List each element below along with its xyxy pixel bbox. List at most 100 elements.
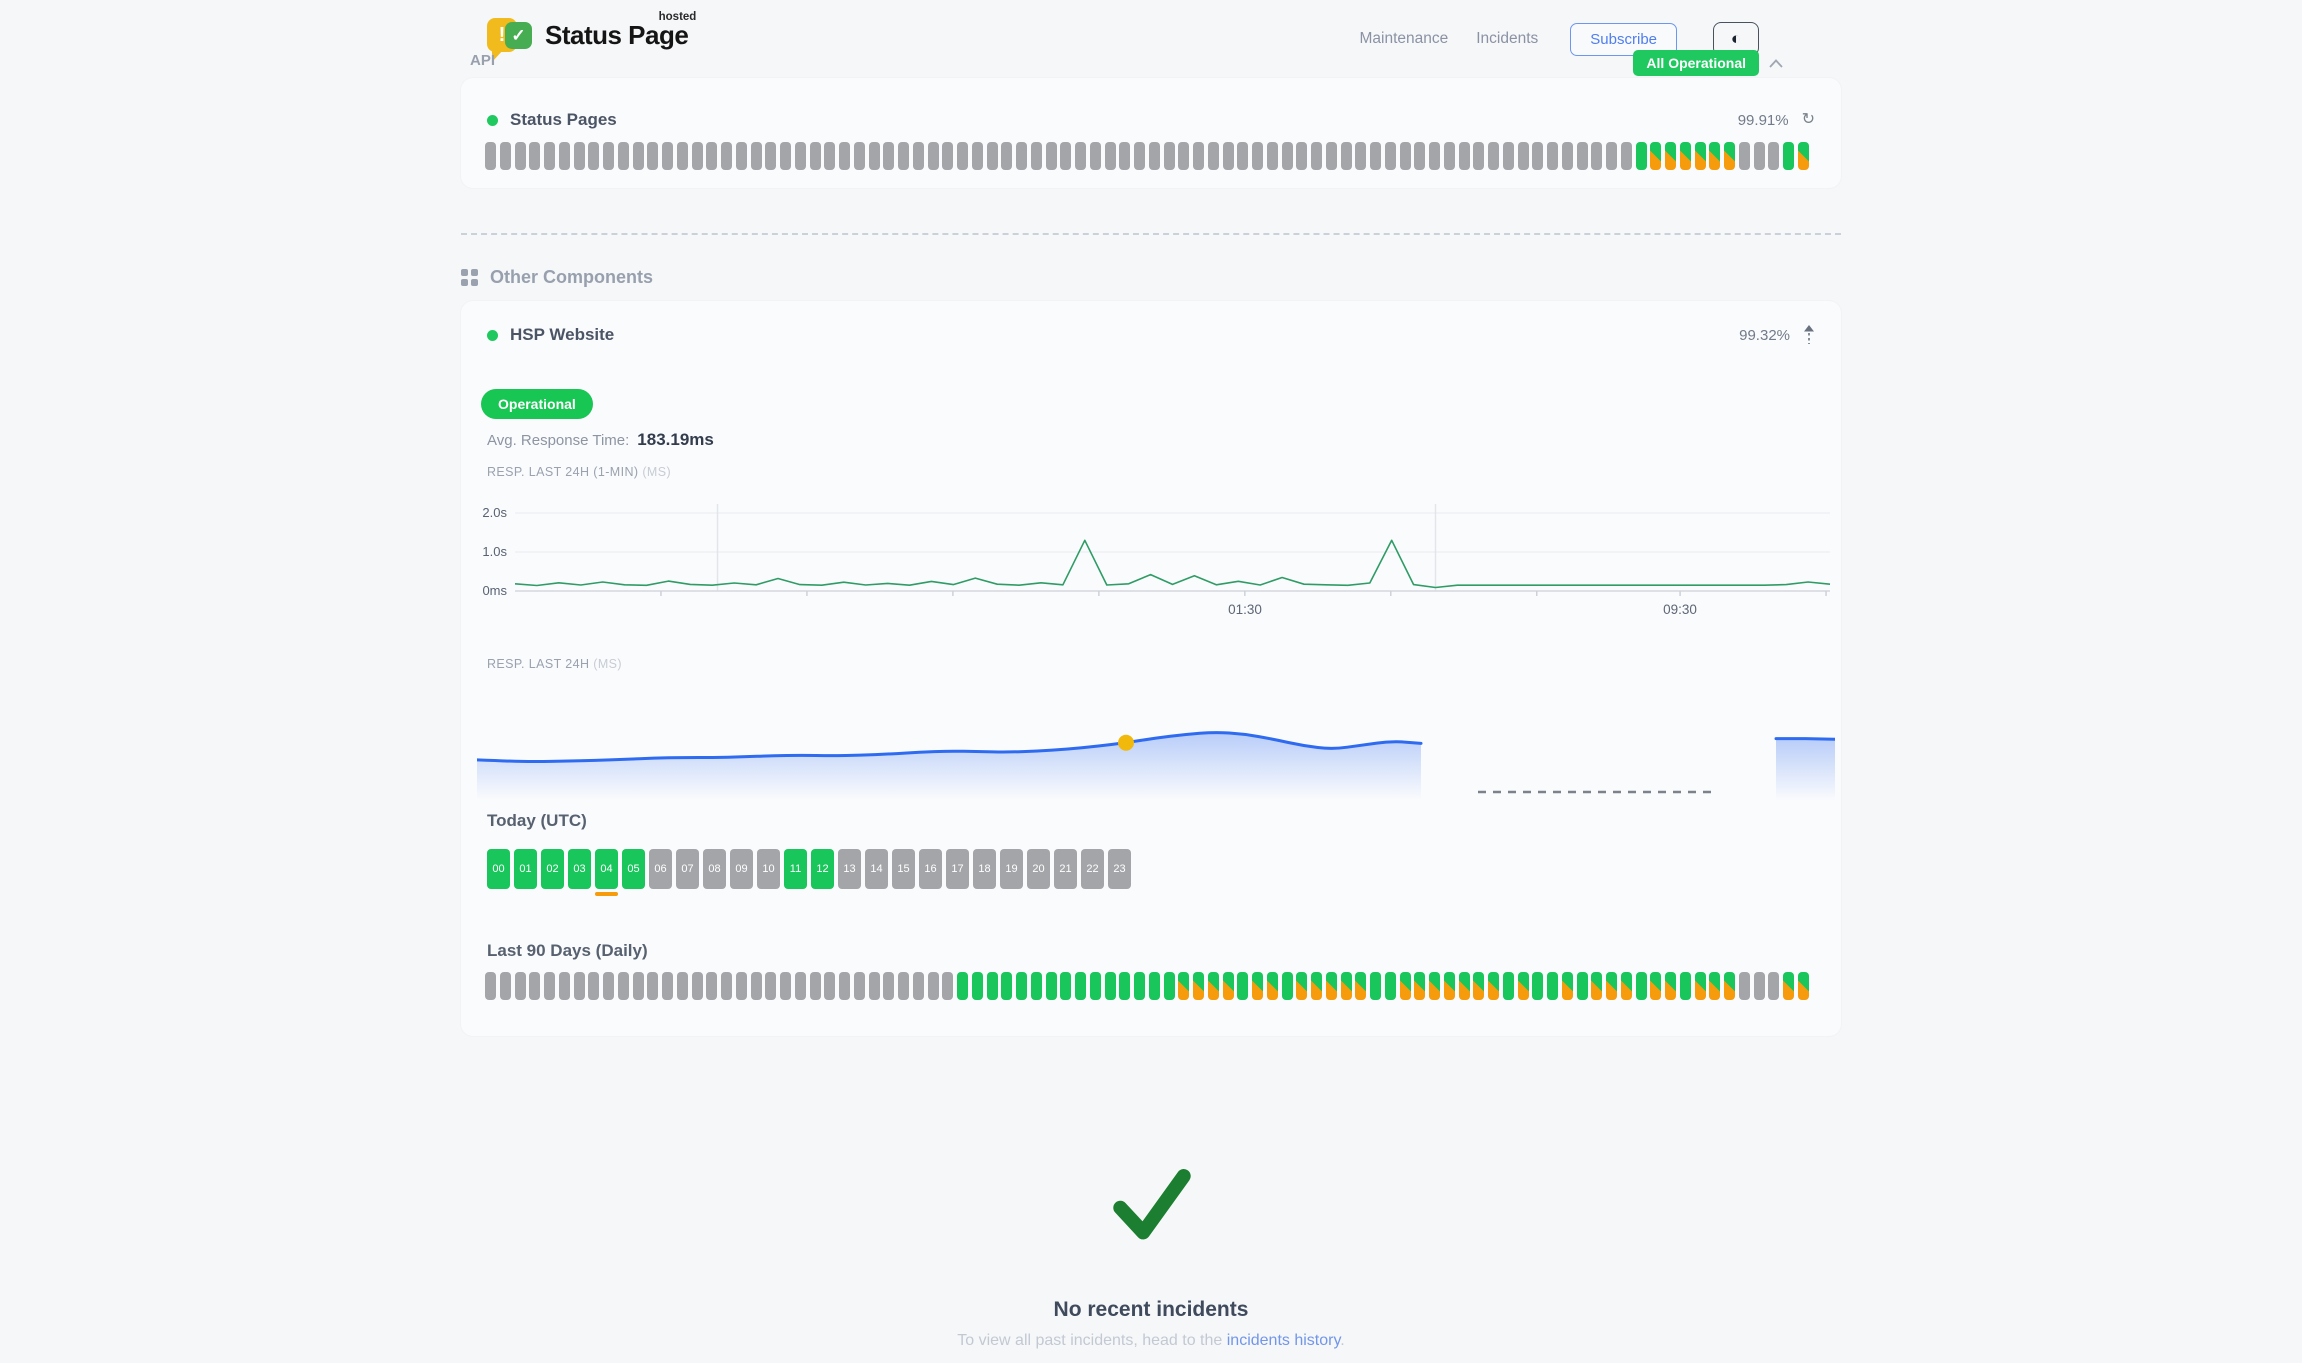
uptime-bar	[1311, 972, 1322, 1000]
uptime-bar	[1739, 972, 1750, 1000]
logo-text-wrap: hosted Status Page	[545, 20, 688, 51]
uptime-bar	[1532, 972, 1543, 1000]
uptime-bar	[647, 142, 658, 170]
avg-response-row: Avg. Response Time: 183.19ms	[487, 430, 714, 450]
uptime-bar	[1414, 142, 1425, 170]
uptime-bar	[574, 142, 585, 170]
uptime-bar	[1031, 972, 1042, 1000]
uptime-bar	[1665, 972, 1676, 1000]
uptime-bar	[485, 142, 496, 170]
uptime-bar	[1429, 972, 1440, 1000]
uptime-bar	[1075, 142, 1086, 170]
refresh-icon[interactable]: ↻	[1802, 112, 1815, 128]
uptime-bar	[633, 972, 644, 1000]
uptime-bar	[1311, 142, 1322, 170]
uptime-bar	[1326, 142, 1337, 170]
chevron-up-icon[interactable]	[1769, 59, 1783, 68]
uptime-bar	[1473, 142, 1484, 170]
uptime-bar	[1695, 972, 1706, 1000]
uptime-bar	[603, 142, 614, 170]
component-card-status-pages: Status Pages 99.91% ↻	[461, 78, 1841, 188]
uptime-bar	[1208, 142, 1219, 170]
status-page: ! ✓ hosted Status Page Maintenance Incid…	[0, 0, 2302, 1363]
x-axis-tick: 09:30	[1620, 602, 1740, 617]
component-row: Status Pages 99.91% ↻	[487, 108, 1815, 132]
uptime-bar	[485, 972, 496, 1000]
overall-status-badge: All Operational	[1633, 50, 1759, 76]
hour-block-18: 18	[973, 849, 996, 889]
uptime-percentage: 99.91%	[1738, 112, 1789, 129]
uptime-bar	[1090, 142, 1101, 170]
components-grid-icon	[461, 269, 478, 286]
uptime-bar	[1016, 142, 1027, 170]
uptime-bar	[1444, 142, 1455, 170]
uptime-bar	[588, 142, 599, 170]
component-left: Status Pages	[487, 110, 617, 130]
uptime-bar	[957, 142, 968, 170]
hour-block-16: 16	[919, 849, 942, 889]
response-time-area-chart	[477, 681, 1835, 821]
uptime-bar	[1267, 972, 1278, 1000]
component-name: Status Pages	[510, 110, 617, 130]
uptime-bar	[544, 972, 555, 1000]
uptime-bar	[1400, 972, 1411, 1000]
uptime-bar	[1650, 972, 1661, 1000]
hour-block-14: 14	[865, 849, 888, 889]
uptime-bar	[1591, 142, 1602, 170]
uptime-bar	[1488, 142, 1499, 170]
uptime-bar	[1606, 972, 1617, 1000]
uptime-bar	[765, 972, 776, 1000]
uptime-bar	[1562, 972, 1573, 1000]
uptime-bar	[706, 142, 717, 170]
uptime-bar	[500, 142, 511, 170]
status-dot-icon	[487, 115, 498, 126]
uptime-bar	[1370, 972, 1381, 1000]
uptime-bar	[559, 972, 570, 1000]
uptime-bar	[529, 972, 540, 1000]
logo-title: Status Page	[545, 20, 688, 50]
uptime-bar	[692, 972, 703, 1000]
component-row[interactable]: HSP Website 99.32%	[487, 323, 1815, 347]
uptime-bar	[1768, 972, 1779, 1000]
chart1-unit: (MS)	[642, 465, 671, 479]
incident-hour-marker	[595, 892, 618, 896]
today-hour-blocks: 0001020304050607080910111213141516171819…	[487, 849, 1131, 889]
x-axis-tick: 01:30	[1185, 602, 1305, 617]
uptime-bar	[588, 972, 599, 1000]
uptime-percentage: 99.32%	[1739, 327, 1790, 344]
hour-block-05: 05	[622, 849, 645, 889]
avg-response-label: Avg. Response Time:	[487, 432, 629, 449]
collapse-arrow-icon[interactable]	[1803, 325, 1815, 345]
uptime-bar	[1695, 142, 1706, 170]
uptime-bar	[957, 972, 968, 1000]
nav-maintenance[interactable]: Maintenance	[1359, 30, 1448, 48]
uptime-bar	[1296, 972, 1307, 1000]
uptime-bar	[972, 972, 983, 1000]
uptime-bar	[1252, 972, 1263, 1000]
uptime-bar	[898, 142, 909, 170]
uptime-bar	[647, 972, 658, 1000]
uptime-bar	[1178, 972, 1189, 1000]
nav-incidents[interactable]: Incidents	[1476, 30, 1538, 48]
hour-block-11: 11	[784, 849, 807, 889]
last-90-days-heading: Last 90 Days (Daily)	[487, 941, 648, 961]
uptime-bar	[515, 972, 526, 1000]
status-badge: Operational	[481, 389, 593, 419]
uptime-bar	[1370, 142, 1381, 170]
uptime-bar	[928, 972, 939, 1000]
uptime-bar	[1754, 972, 1765, 1000]
logo[interactable]: ! ✓ hosted Status Page	[487, 14, 688, 66]
hour-block-09: 09	[730, 849, 753, 889]
hour-block-15: 15	[892, 849, 915, 889]
uptime-bar	[1518, 142, 1529, 170]
incidents-history-link[interactable]: incidents history	[1227, 1332, 1341, 1349]
uptime-bar	[1444, 972, 1455, 1000]
uptime-bar	[1680, 972, 1691, 1000]
uptime-bars-status-pages	[485, 142, 1810, 170]
uptime-bar	[1503, 972, 1514, 1000]
no-recent-incidents-title: No recent incidents	[0, 1298, 2302, 1322]
overall-status-row: All Operational	[1633, 50, 1783, 76]
uptime-bar	[1577, 972, 1588, 1000]
uptime-bar	[913, 142, 924, 170]
uptime-bar	[1193, 142, 1204, 170]
